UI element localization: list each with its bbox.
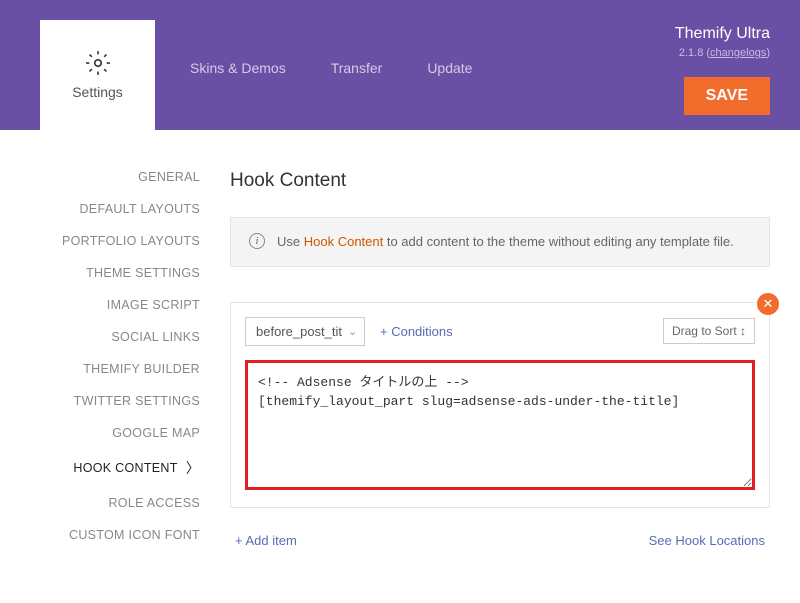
conditions-button[interactable]: + Conditions <box>380 324 453 339</box>
sidebar-item-label: THEME SETTINGS <box>86 266 200 280</box>
chevron-down-icon: ⌄ <box>348 325 357 338</box>
sidebar-item-portfolio-layouts[interactable]: PORTFOLIO LAYOUTS <box>20 234 200 248</box>
sidebar: GENERAL DEFAULT LAYOUTS PORTFOLIO LAYOUTS T… <box>20 170 200 548</box>
close-icon[interactable]: ✕ <box>757 293 779 315</box>
nav-transfer[interactable]: Transfer <box>331 60 383 76</box>
header: Settings Skins & Demos Transfer Update T… <box>0 0 800 130</box>
sidebar-item-label: HOOK CONTENT <box>73 461 177 475</box>
version: 2.1.8 (changelogs) <box>675 47 770 59</box>
sidebar-item-label: PORTFOLIO LAYOUTS <box>62 234 200 248</box>
info-box: i Use Hook Content to add content to the… <box>230 217 770 267</box>
nav-update[interactable]: Update <box>427 60 472 76</box>
sidebar-item-theme-settings[interactable]: THEME SETTINGS <box>20 266 200 280</box>
sidebar-item-label: CUSTOM ICON FONT <box>69 528 200 542</box>
add-item-button[interactable]: + Add item <box>235 533 297 548</box>
sidebar-item-label: GENERAL <box>138 170 200 184</box>
sidebar-item-general[interactable]: GENERAL <box>20 170 200 184</box>
drag-sort-handle[interactable]: Drag to Sort ↕ <box>663 318 755 344</box>
sidebar-item-label: GOOGLE MAP <box>112 426 200 440</box>
sidebar-item-themify-builder[interactable]: THEMIFY BUILDER <box>20 362 200 376</box>
sidebar-item-twitter-settings[interactable]: TWITTER SETTINGS <box>20 394 200 408</box>
sidebar-item-role-access[interactable]: ROLE ACCESS <box>20 496 200 510</box>
content: GENERAL DEFAULT LAYOUTS PORTFOLIO LAYOUTS T… <box>0 130 800 568</box>
sidebar-item-label: SOCIAL LINKS <box>111 330 200 344</box>
sidebar-item-label: THEMIFY BUILDER <box>83 362 200 376</box>
sidebar-item-label: ROLE ACCESS <box>108 496 200 510</box>
sidebar-item-default-layouts[interactable]: DEFAULT LAYOUTS <box>20 202 200 216</box>
bottom-row: + Add item See Hook Locations <box>230 533 770 548</box>
sidebar-item-image-script[interactable]: IMAGE SCRIPT <box>20 298 200 312</box>
hook-block: ✕ before_post_tit ⌄ + Conditions Drag to… <box>230 302 770 508</box>
hook-position-select[interactable]: before_post_tit ⌄ <box>245 317 365 346</box>
select-value: before_post_tit <box>256 324 342 339</box>
theme-name: Themify Ultra <box>675 25 770 43</box>
sidebar-item-label: DEFAULT LAYOUTS <box>79 202 200 216</box>
info-text: Use Hook Content to add content to the t… <box>277 232 734 252</box>
gear-icon <box>85 50 111 76</box>
changelogs-link[interactable]: changelogs <box>710 47 766 59</box>
header-nav: Skins & Demos Transfer Update <box>190 60 472 76</box>
hook-code-textarea[interactable] <box>245 360 755 490</box>
sidebar-item-custom-icon-font[interactable]: CUSTOM ICON FONT <box>20 528 200 542</box>
sidebar-item-google-map[interactable]: GOOGLE MAP <box>20 426 200 440</box>
info-link[interactable]: Hook Content <box>304 234 384 249</box>
sidebar-item-hook-content[interactable]: HOOK CONTENT 〉 <box>20 458 200 478</box>
main: Hook Content i Use Hook Content to add c… <box>230 170 770 548</box>
see-hook-locations-link[interactable]: See Hook Locations <box>649 533 765 548</box>
sidebar-item-label: IMAGE SCRIPT <box>107 298 200 312</box>
page-title: Hook Content <box>230 170 770 192</box>
sidebar-item-social-links[interactable]: SOCIAL LINKS <box>20 330 200 344</box>
sidebar-item-label: TWITTER SETTINGS <box>74 394 200 408</box>
tab-settings[interactable]: Settings <box>40 20 155 130</box>
nav-skins[interactable]: Skins & Demos <box>190 60 286 76</box>
info-icon: i <box>249 233 265 249</box>
hook-top: before_post_tit ⌄ + Conditions Drag to S… <box>245 317 755 346</box>
header-right: Themify Ultra 2.1.8 (changelogs) SAVE <box>675 25 770 115</box>
tab-label: Settings <box>72 84 123 100</box>
save-button[interactable]: SAVE <box>684 77 770 115</box>
chevron-right-icon: 〉 <box>186 458 200 478</box>
